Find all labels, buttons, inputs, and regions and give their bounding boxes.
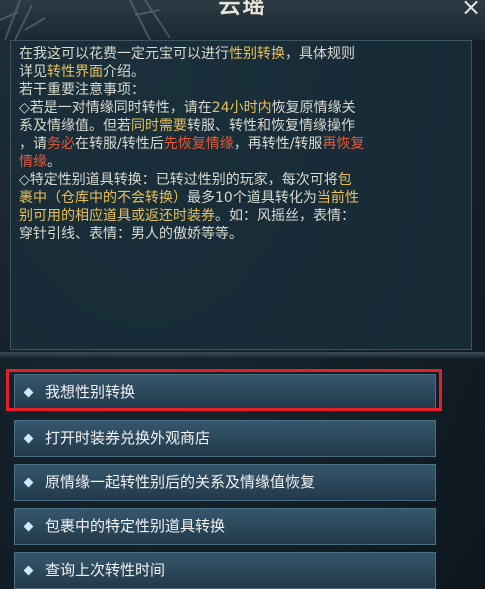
description-segment: 务必	[47, 136, 75, 152]
description-text: 在我这可以花费一定元宝可以进行性别转换，具体规则 详见转性界面介绍。 若干重要注…	[19, 45, 463, 243]
description-segment: 最多10个道具转化为	[187, 190, 317, 206]
description-segment: 在我这可以花费一定元宝可以进行	[19, 46, 229, 62]
option-label: 打开时装券兑换外观商店	[45, 429, 211, 447]
description-segment: 转性界面	[47, 64, 103, 80]
dialog-title: 云瑶	[218, 0, 267, 19]
option-label: 原情缘一起转性别后的关系及情缘值恢复	[45, 473, 316, 491]
description-segment: 先恢复情缘	[163, 136, 234, 152]
diamond-bullet-icon	[23, 565, 34, 576]
description-panel: 在我这可以花费一定元宝可以进行性别转换，具体规则 详见转性界面介绍。 若干重要注…	[10, 40, 472, 350]
section-divider	[0, 352, 485, 358]
diamond-bullet-icon	[23, 387, 34, 398]
option-item-convert-button[interactable]: 包裹中的特定性别道具转换	[14, 508, 436, 545]
diamond-bullet-icon	[23, 433, 34, 444]
option-relationship-restore-button[interactable]: 原情缘一起转性别后的关系及情缘值恢复	[14, 464, 436, 501]
description-segment: 同时需要	[131, 118, 187, 134]
option-label: 包裹中的特定性别道具转换	[45, 517, 226, 535]
option-gender-change-button[interactable]: 我想性别转换	[14, 374, 436, 411]
title-bar: 云瑶 ×	[0, 0, 485, 40]
diamond-bullet-icon	[23, 521, 34, 532]
option-query-time-button[interactable]: 查询上次转性时间	[14, 552, 436, 589]
description-segment: 在转服/转性后	[75, 136, 164, 152]
description-segment: 性别转换	[229, 46, 285, 62]
description-segment: 24小时内	[211, 100, 272, 116]
option-label: 查询上次转性时间	[45, 561, 166, 579]
option-label: 我想性别转换	[45, 383, 136, 401]
dialog-window: 云瑶 × 在我这可以花费一定元宝可以进行性别转换，具体规则 详见转性界面介绍。 …	[0, 0, 485, 589]
option-fashion-shop-button[interactable]: 打开时装券兑换外观商店	[14, 420, 436, 457]
close-icon[interactable]: ×	[458, 0, 484, 20]
description-segment: ，再转性/转服	[233, 136, 323, 152]
diamond-bullet-icon	[23, 477, 34, 488]
description-segment: 。 ◇特定性别道具转换：已转过性别的玩家，每次可将	[19, 154, 338, 188]
